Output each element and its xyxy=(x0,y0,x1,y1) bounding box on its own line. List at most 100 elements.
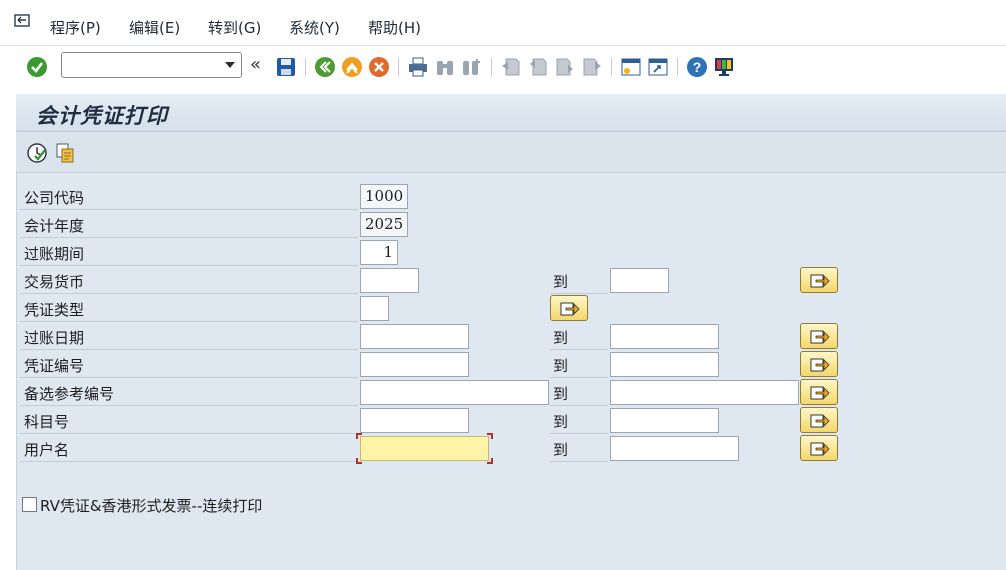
label-alternative-reference: 备选参考编号 xyxy=(24,385,115,403)
multiple-selection-icon xyxy=(810,386,830,400)
to-label: 到 xyxy=(553,385,569,403)
label-user-name: 用户名 xyxy=(24,441,70,459)
document-type-multiple-selection-button[interactable] xyxy=(550,295,588,321)
execute-icon[interactable] xyxy=(26,142,48,164)
focus-marker xyxy=(487,458,493,464)
label-underline xyxy=(20,461,358,462)
next-page-icon[interactable] xyxy=(554,56,576,78)
help-icon[interactable]: ? xyxy=(686,56,708,78)
exit-icon[interactable] xyxy=(341,56,363,78)
page-title: 会计凭证打印 xyxy=(36,103,168,128)
account-number-multiple-selection-button[interactable] xyxy=(800,407,838,433)
label-account-number: 科目号 xyxy=(24,413,70,431)
menu-program[interactable]: 程序(P) xyxy=(50,17,101,38)
to-label: 到 xyxy=(553,441,569,459)
label-underline xyxy=(20,293,358,294)
save-icon[interactable] xyxy=(275,56,297,78)
to-underline xyxy=(550,293,608,294)
account-number-from-field[interactable] xyxy=(360,408,469,433)
currency-multiple-selection-button[interactable] xyxy=(800,267,838,293)
label-underline xyxy=(20,405,358,406)
toolbar-separator xyxy=(398,58,399,76)
posting-period-field[interactable]: 1 xyxy=(360,240,398,265)
label-company-code: 公司代码 xyxy=(24,189,85,207)
fiscal-year-field[interactable]: 2025 xyxy=(360,212,408,237)
continuous-print-checkbox[interactable] xyxy=(22,497,37,512)
to-underline xyxy=(550,461,608,462)
document-number-to-field[interactable] xyxy=(610,352,719,377)
alt-reference-multiple-selection-button[interactable] xyxy=(800,379,838,405)
svg-text:?: ? xyxy=(693,59,702,75)
label-underline xyxy=(20,349,358,350)
to-underline xyxy=(550,377,608,378)
customize-layout-icon[interactable] xyxy=(713,56,735,78)
label-underline xyxy=(20,265,358,266)
document-number-multiple-selection-button[interactable] xyxy=(800,351,838,377)
back-icon[interactable] xyxy=(314,56,336,78)
currency-from-field[interactable] xyxy=(360,268,419,293)
previous-page-icon[interactable] xyxy=(527,56,549,78)
create-session-icon[interactable] xyxy=(620,56,642,78)
multiple-selection-icon xyxy=(810,274,830,288)
multiple-selection-icon xyxy=(810,330,830,344)
cancel-icon[interactable] xyxy=(368,56,390,78)
multiple-selection-icon xyxy=(560,302,580,316)
label-transaction-currency: 交易货币 xyxy=(24,273,85,291)
label-underline xyxy=(20,209,358,210)
continuous-print-label: RV凭证&香港形式发票--连续打印 xyxy=(40,497,263,515)
posting-date-multiple-selection-button[interactable] xyxy=(800,323,838,349)
menu-bar: 程序(P) 编辑(E) 转到(G) 系统(Y) 帮助(H) xyxy=(0,0,1006,46)
user-name-from-field[interactable] xyxy=(360,436,489,461)
document-number-from-field[interactable] xyxy=(360,352,469,377)
focus-marker xyxy=(487,433,493,439)
multiple-selection-icon xyxy=(810,442,830,456)
find-icon[interactable] xyxy=(434,56,456,78)
toolbar-separator xyxy=(491,58,492,76)
label-posting-date: 过账日期 xyxy=(24,329,85,347)
label-fiscal-year: 会计年度 xyxy=(24,217,85,235)
menu-edit[interactable]: 编辑(E) xyxy=(129,17,180,38)
to-label: 到 xyxy=(553,357,569,375)
label-underline xyxy=(20,321,358,322)
command-field-input[interactable] xyxy=(66,56,216,74)
to-underline xyxy=(550,349,608,350)
focus-marker xyxy=(356,458,362,464)
posting-date-from-field[interactable] xyxy=(360,324,469,349)
alt-reference-to-field[interactable] xyxy=(610,380,799,405)
command-field[interactable] xyxy=(61,52,242,78)
to-label: 到 xyxy=(553,329,569,347)
to-underline xyxy=(550,433,608,434)
toolbar-separator xyxy=(305,58,306,76)
menu-help[interactable]: 帮助(H) xyxy=(368,17,421,38)
last-page-icon[interactable] xyxy=(581,56,603,78)
first-page-icon[interactable] xyxy=(500,56,522,78)
ok-icon[interactable] xyxy=(26,56,48,78)
document-type-field[interactable] xyxy=(360,296,389,321)
label-underline xyxy=(20,433,358,434)
currency-to-field[interactable] xyxy=(610,268,669,293)
to-label: 到 xyxy=(553,273,569,291)
label-posting-period: 过账期间 xyxy=(24,245,85,263)
title-bar: 会计凭证打印 xyxy=(16,94,1006,132)
get-variant-icon[interactable] xyxy=(54,142,76,164)
shortcut-icon[interactable] xyxy=(647,56,669,78)
user-name-to-field[interactable] xyxy=(610,436,739,461)
focus-marker xyxy=(356,433,362,439)
company-code-field[interactable]: 1000 xyxy=(360,184,408,209)
menu-goto[interactable]: 转到(G) xyxy=(208,17,261,38)
toolbar-separator xyxy=(677,58,678,76)
toolbar-separator xyxy=(611,58,612,76)
posting-date-to-field[interactable] xyxy=(610,324,719,349)
to-underline xyxy=(550,405,608,406)
account-number-to-field[interactable] xyxy=(610,408,719,433)
system-menu-icon[interactable] xyxy=(14,14,32,30)
menu-system[interactable]: 系统(Y) xyxy=(289,17,340,38)
chevron-down-icon[interactable] xyxy=(225,62,235,68)
alt-reference-from-field[interactable] xyxy=(360,380,549,405)
collapse-command-field-icon[interactable]: « xyxy=(250,54,261,75)
user-name-multiple-selection-button[interactable] xyxy=(800,435,838,461)
label-document-number: 凭证编号 xyxy=(24,357,85,375)
find-next-icon[interactable] xyxy=(461,56,483,78)
print-icon[interactable] xyxy=(407,56,429,78)
label-document-type: 凭证类型 xyxy=(24,301,85,319)
